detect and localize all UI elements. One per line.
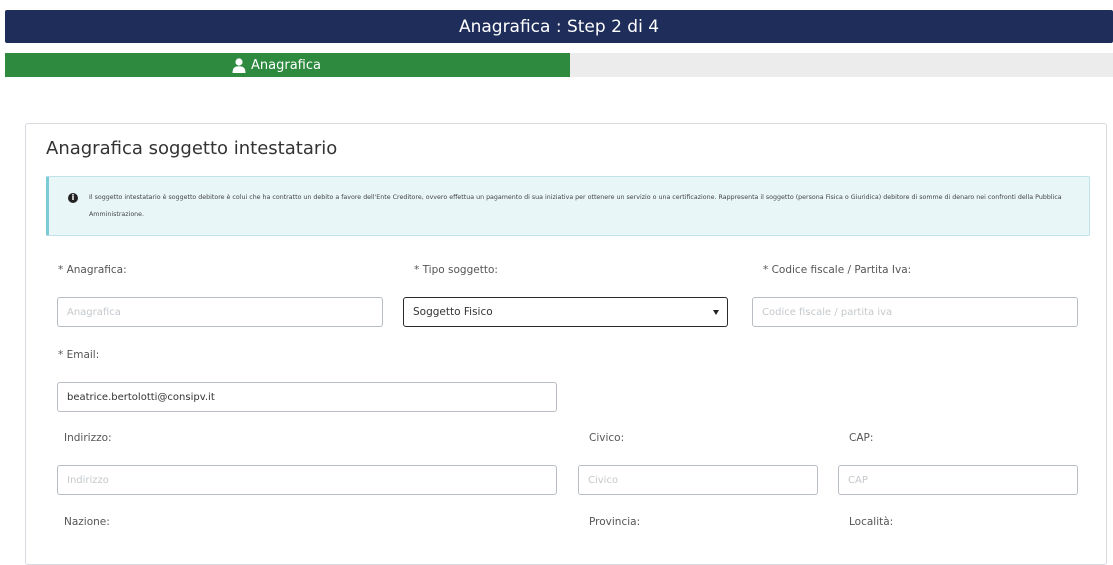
codice-fiscale-input[interactable] xyxy=(752,297,1078,327)
chevron-down-icon xyxy=(713,310,719,315)
nazione-label: Nazione: xyxy=(64,516,110,528)
anagrafica-card: Anagrafica soggetto intestatario i Il so… xyxy=(25,123,1107,565)
cap-input[interactable] xyxy=(838,465,1078,495)
indirizzo-input[interactable] xyxy=(57,465,557,495)
wizard-progress-label-text: Anagrafica xyxy=(251,57,321,73)
info-alert: i Il soggetto intestatario è soggetto de… xyxy=(46,176,1090,236)
wizard-progress-label: Anagrafica xyxy=(232,53,321,77)
indirizzo-label: Indirizzo: xyxy=(64,432,112,444)
card-title: Anagrafica soggetto intestatario xyxy=(46,138,338,159)
info-circle-icon: i xyxy=(68,193,78,203)
anagrafica-input[interactable] xyxy=(57,297,383,327)
wizard-step-title: Anagrafica : Step 2 di 4 xyxy=(5,10,1113,43)
wizard-progress-bar: Anagrafica xyxy=(5,53,1113,77)
tipo-soggetto-select[interactable]: Soggetto Fisico xyxy=(403,297,728,327)
wizard-step-title-text: Anagrafica : Step 2 di 4 xyxy=(458,16,660,37)
tipo-soggetto-value: Soggetto Fisico xyxy=(413,306,493,318)
tipo-soggetto-label: * Tipo soggetto: xyxy=(414,264,498,276)
civico-input[interactable] xyxy=(578,465,818,495)
email-input[interactable] xyxy=(57,382,557,412)
info-alert-text: Il soggetto intestatario è soggetto debi… xyxy=(89,194,1062,218)
localita-label: Località: xyxy=(849,516,894,528)
cap-label: CAP: xyxy=(849,432,874,444)
provincia-label: Provincia: xyxy=(589,516,641,528)
anagrafica-label: * Anagrafica: xyxy=(58,264,127,276)
codice-fiscale-label: * Codice fiscale / Partita Iva: xyxy=(763,264,912,276)
user-icon xyxy=(232,57,246,73)
civico-label: Civico: xyxy=(589,432,625,444)
email-label: * Email: xyxy=(58,349,100,361)
